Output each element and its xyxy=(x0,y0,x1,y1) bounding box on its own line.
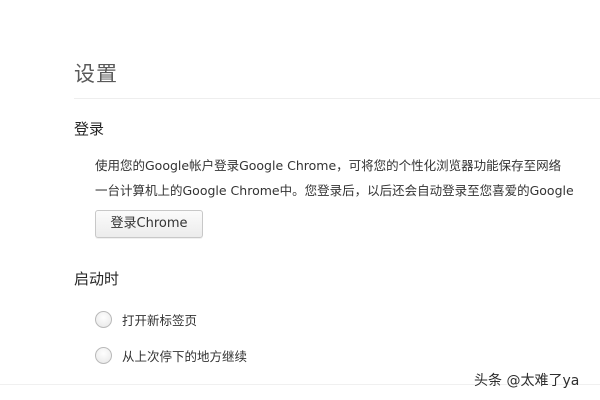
signin-section-title: 登录 xyxy=(74,120,105,138)
watermark-text: 头条 @太难了ya xyxy=(474,373,580,389)
continue-radio[interactable] xyxy=(95,346,112,364)
startup-option-continue[interactable]: 从上次停下的地方继续 xyxy=(95,345,247,365)
title-divider xyxy=(74,98,600,99)
settings-page: 设置 登录 使用您的Google帐户登录Google Chrome，可将您的个性… xyxy=(0,0,600,400)
signin-description-line-1: 使用您的Google帐户登录Google Chrome，可将您的个性化浏览器功能… xyxy=(95,158,562,173)
continue-radio-label: 从上次停下的地方继续 xyxy=(122,348,248,364)
startup-section-title: 启动时 xyxy=(74,270,120,288)
new-tab-radio-label: 打开新标签页 xyxy=(122,312,198,328)
startup-option-new-tab[interactable]: 打开新标签页 xyxy=(95,309,197,329)
page-title: 设置 xyxy=(74,62,118,86)
signin-chrome-button[interactable]: 登录Chrome xyxy=(95,210,203,238)
signin-description-line-2: 一台计算机上的Google Chrome中。您登录后，以后还会自动登录至您喜爱的… xyxy=(95,183,574,198)
new-tab-radio[interactable] xyxy=(95,310,112,328)
